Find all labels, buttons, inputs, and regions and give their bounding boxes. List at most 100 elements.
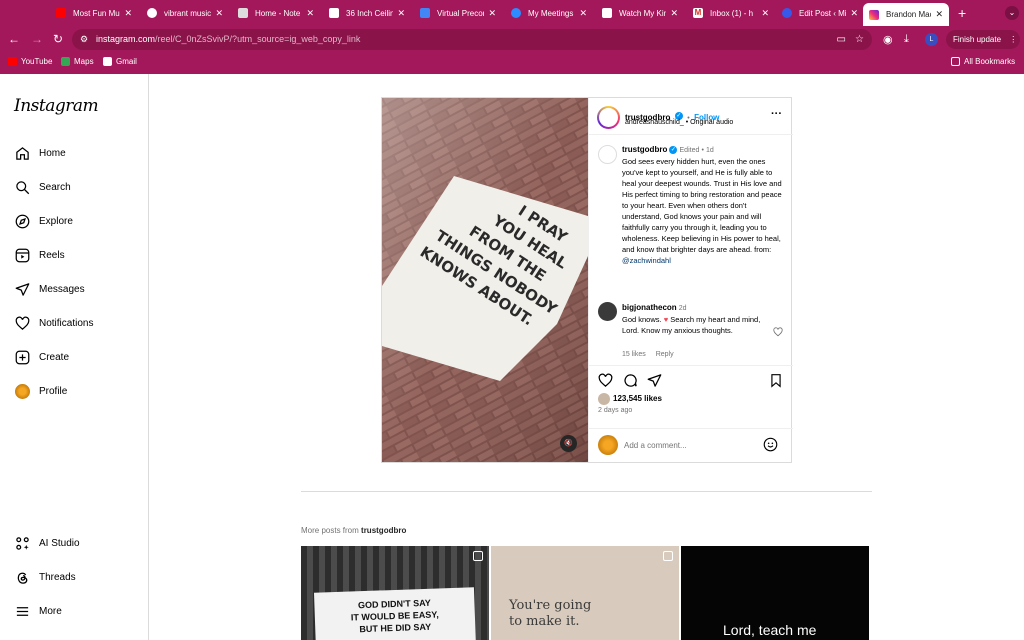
reload-icon[interactable]: ↻ [53, 32, 63, 46]
tab-active[interactable]: Brandon Mac ✕ [863, 3, 949, 26]
add-comment-input[interactable] [624, 438, 754, 452]
reply-button[interactable]: Reply [656, 351, 674, 358]
tab[interactable]: 36 Inch Ceilin ✕ [323, 3, 411, 23]
author-avatar[interactable] [597, 106, 620, 129]
close-tab-icon[interactable]: ✕ [935, 9, 943, 20]
plus-square-icon [14, 349, 30, 365]
heart-icon [14, 315, 30, 331]
close-tab-icon[interactable]: ✕ [306, 8, 314, 19]
bookmark-youtube[interactable]: YouTube [8, 57, 52, 66]
nav-reels[interactable]: Reels [14, 247, 65, 263]
amazon-favicon-icon [602, 8, 612, 18]
close-tab-icon[interactable]: ✕ [670, 8, 678, 19]
profile-avatar-icon [14, 383, 30, 399]
instagram-favicon-icon [869, 9, 879, 20]
tab[interactable]: Most Fun Mu ✕ [50, 3, 138, 23]
caption-mention-link[interactable]: @zachwindahl [622, 256, 671, 265]
caption-author-avatar[interactable] [598, 145, 617, 164]
caption-text: God sees every hidden hurt, even the one… [622, 157, 782, 265]
download-icon[interactable]: ⤓ [904, 33, 909, 46]
tab-search-icon[interactable]: ⌄ [1005, 6, 1019, 20]
tab[interactable]: Home - Note ✕ [232, 3, 320, 23]
close-tab-icon[interactable]: ✕ [488, 8, 496, 19]
notes-favicon-icon [238, 8, 248, 18]
more-posts-heading: More posts from trustgodbro [301, 526, 407, 535]
audio-line[interactable]: andreashauschild_ • Original audio [625, 119, 733, 126]
emoji-icon[interactable] [763, 437, 778, 457]
like-comment-icon[interactable] [773, 324, 783, 342]
tab[interactable]: Watch My Kin ✕ [596, 3, 684, 23]
send-icon [14, 281, 30, 297]
wordpress-favicon-icon [782, 8, 792, 18]
back-icon[interactable]: ← [8, 32, 20, 46]
nav-create[interactable]: Create [14, 349, 69, 365]
reel-video[interactable]: I PRAY YOU HEAL FROM THE THINGS NOBODY K… [382, 98, 588, 462]
menu-dots-icon: ⋮ [1009, 35, 1018, 44]
liker-avatar[interactable] [598, 393, 610, 405]
post-header: trustgodbro ✓ • Follow andreashauschild_… [589, 98, 793, 135]
more-post-thumb[interactable]: You're going to make it. [491, 546, 679, 640]
comment-meta: 15 likes Reply [622, 351, 674, 358]
ai-studio-icon [14, 535, 30, 551]
url-host: instagram.com [96, 34, 156, 44]
zoom-favicon-icon [511, 8, 521, 18]
add-comment-bar [589, 428, 793, 462]
tab[interactable]: My Meetings ✕ [505, 3, 593, 23]
nav-threads[interactable]: Threads [14, 569, 76, 585]
close-tab-icon[interactable]: ✕ [215, 8, 223, 19]
new-tab-icon[interactable]: + [958, 5, 966, 21]
install-app-icon[interactable]: ▭ [837, 29, 846, 50]
more-options-icon[interactable]: ··· [771, 108, 782, 120]
mute-toggle-icon[interactable]: 🔇 [560, 435, 577, 452]
save-bookmark-icon[interactable] [769, 373, 783, 393]
extension-icon[interactable]: ◉ [883, 33, 893, 46]
nav-search[interactable]: Search [14, 179, 71, 195]
nav-more[interactable]: More [14, 603, 62, 619]
close-tab-icon[interactable]: ✕ [850, 8, 858, 19]
avatar-logo-icon [599, 108, 618, 127]
tab[interactable]: M Inbox (1) - h ✕ [687, 3, 775, 23]
likes-count[interactable]: 123,545 likes [613, 394, 662, 403]
bookmark-gmail[interactable]: Gmail [103, 57, 137, 66]
nav-home[interactable]: Home [14, 145, 66, 161]
close-tab-icon[interactable]: ✕ [761, 8, 769, 19]
gmail-icon [103, 57, 112, 66]
nav-ai-studio[interactable]: AI Studio [14, 535, 80, 551]
tab[interactable]: Virtual Precon ✕ [414, 3, 502, 23]
address-bar[interactable]: ⚙ instagram.com/reel/C_0nZsSvivP/?utm_so… [72, 29, 872, 50]
like-icon[interactable] [598, 373, 613, 393]
instagram-logo[interactable]: Instagram [14, 96, 99, 116]
current-user-avatar [598, 435, 618, 455]
close-tab-icon[interactable]: ✕ [397, 8, 405, 19]
commenter-avatar[interactable] [598, 302, 617, 321]
nav-explore[interactable]: Explore [14, 213, 73, 229]
tab[interactable]: vibrant music ✕ [141, 3, 229, 23]
youtube-favicon-icon [56, 8, 66, 18]
nav-notifications[interactable]: Notifications [14, 315, 93, 331]
gmail-favicon-icon: M [693, 8, 703, 18]
finish-update-button[interactable]: Finish update ⋮ [946, 30, 1020, 49]
home-icon [14, 145, 30, 161]
bookmark-star-icon[interactable]: ☆ [855, 29, 864, 50]
all-bookmarks[interactable]: All Bookmarks [951, 57, 1015, 66]
caption-header: trustgodbro ✓ Edited • 1d [622, 145, 714, 155]
amazon-favicon-icon [329, 8, 339, 18]
share-icon[interactable] [647, 373, 662, 393]
nav-profile[interactable]: Profile [14, 383, 67, 399]
more-post-thumb[interactable]: Lord, teach me [681, 546, 869, 640]
nav-messages[interactable]: Messages [14, 281, 85, 297]
close-tab-icon[interactable]: ✕ [579, 8, 587, 19]
close-tab-icon[interactable]: ✕ [124, 8, 132, 19]
search-icon [14, 179, 30, 195]
folder-icon [951, 57, 960, 66]
bookmark-maps[interactable]: Maps [61, 57, 94, 66]
comment-icon[interactable] [623, 373, 638, 393]
more-post-thumb[interactable]: GOD DIDN'T SAY IT WOULD BE EASY, BUT HE … [301, 546, 489, 640]
profile-avatar[interactable]: L [925, 33, 938, 46]
tab[interactable]: Edit Post ‹ Mi ✕ [776, 3, 864, 23]
site-info-icon[interactable]: ⚙ [80, 29, 88, 50]
forward-icon[interactable]: → [31, 32, 43, 46]
google-favicon-icon [147, 8, 157, 18]
docs-favicon-icon [420, 8, 430, 18]
carousel-icon [473, 551, 483, 561]
